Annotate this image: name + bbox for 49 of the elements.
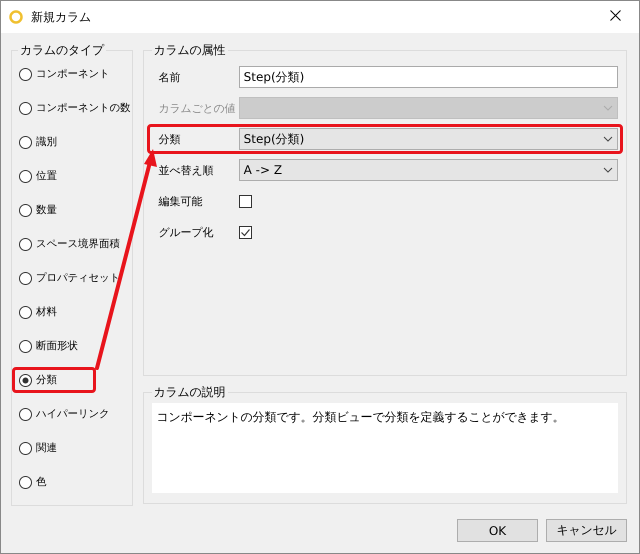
description-text: コンポーネントの分類です。分類ビューで分類を定義することができます。 [152,403,618,493]
radio-label: 分類 [36,373,57,387]
dialog-button[interactable]: OK [457,519,538,542]
radio-button[interactable] [19,374,32,386]
radio-button[interactable] [19,442,32,454]
radio-label: 断面形状 [36,339,78,353]
group-title: カラムのタイプ [19,42,106,59]
checkbox[interactable] [238,194,252,208]
window-title: 新規カラム [31,8,92,26]
dropdown-caret-icon [603,167,613,173]
radio-label: コンポーネントの数 [36,101,130,115]
radio-button[interactable] [19,204,32,216]
dropdown[interactable]: A -> Z [238,159,618,181]
radio-label: コンポーネント [36,67,110,81]
radio-label: スペース境界面積 [36,237,120,251]
radio-label: ハイパーリンク [36,407,110,421]
radio-button[interactable] [19,306,32,318]
radio-button[interactable] [19,340,32,352]
radio-label: プロパティセット [36,271,120,285]
dropdown-caret-icon [603,136,613,142]
checkbox[interactable] [238,226,252,238]
radio-button[interactable] [19,408,32,420]
radio-button[interactable] [19,102,32,114]
close-icon [610,10,620,21]
app-ring-icon [9,10,23,24]
radio-button[interactable] [19,68,32,80]
radio-button[interactable] [19,238,32,250]
field-label: グループ化 [158,224,215,240]
group-title: カラムの説明 [152,384,227,401]
dialog-button[interactable]: キャンセル [546,519,627,542]
radio-label: 識別 [36,135,57,149]
radio-label: 色 [36,475,46,489]
radio-button[interactable] [19,136,32,148]
radio-button[interactable] [19,170,32,182]
radio-label: 関連 [36,441,57,455]
name-field[interactable]: Step(分類) [238,66,618,88]
group-title: カラムの属性 [152,42,227,59]
field-label: カラムごとの値 [158,100,237,116]
radio-button[interactable] [19,476,32,488]
field-label: 並べ替え順 [158,162,215,178]
field-label: 名前 [158,70,182,84]
radio-label: 位置 [36,169,57,183]
dropdown-caret-icon [603,105,613,111]
radio-label: 数量 [36,203,57,217]
dropdown[interactable]: Step(分類) [238,128,618,150]
radio-button[interactable] [19,272,32,284]
radio-label: 材料 [36,305,57,319]
field-label: 編集可能 [158,194,204,208]
field-label: 分類 [158,132,182,146]
